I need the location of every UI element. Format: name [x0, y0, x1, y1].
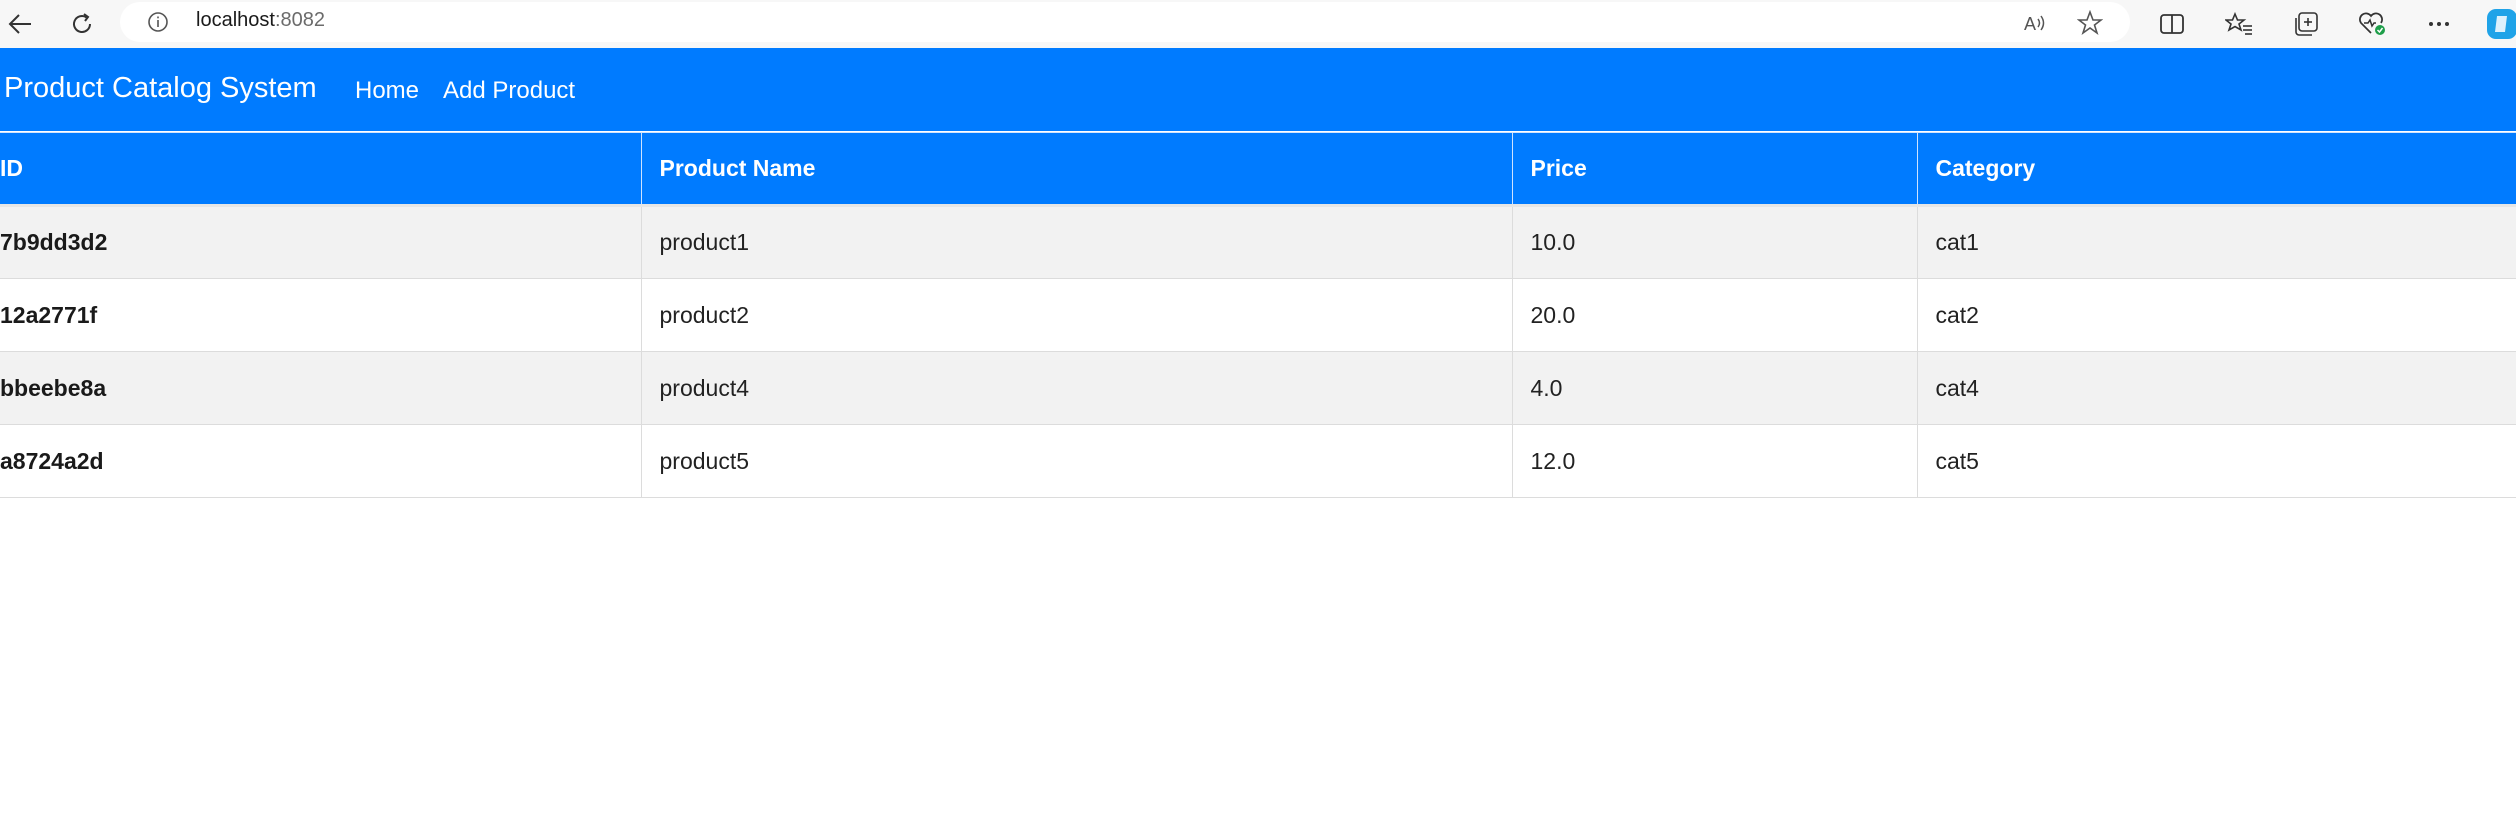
url-host: localhost — [196, 9, 275, 31]
cell-product-name: product1 — [641, 205, 1513, 279]
browser-essentials-icon[interactable] — [2352, 4, 2392, 44]
nav-link-add-product[interactable]: Add Product — [443, 77, 575, 105]
column-header-category: Category — [1917, 132, 2516, 207]
browser-toolbar: localhost:8082 A — [0, 0, 2516, 48]
svg-text:A: A — [2024, 14, 2036, 34]
cell-product-name: product5 — [641, 424, 1513, 498]
cell-id: 7b9dd3d2 — [0, 205, 642, 279]
table-row: bbeebe8a product4 4.0 cat4 — [0, 351, 2516, 425]
favorites-icon[interactable] — [2219, 4, 2259, 44]
cell-id: 12a2771f — [0, 278, 642, 352]
column-header-product-name: Product Name — [641, 132, 1513, 207]
back-arrow-icon[interactable] — [0, 4, 40, 44]
brand-title[interactable]: Product Catalog System — [4, 72, 317, 105]
nav-link-home[interactable]: Home — [355, 77, 419, 105]
url-port: :8082 — [274, 9, 325, 31]
cell-id: bbeebe8a — [0, 351, 642, 425]
cell-product-name: product4 — [641, 351, 1513, 425]
cell-category: cat1 — [1917, 205, 2516, 279]
favorite-star-icon[interactable] — [2075, 8, 2105, 38]
copilot-icon[interactable] — [2482, 4, 2516, 44]
cell-category: cat2 — [1917, 278, 2516, 352]
cell-price: 20.0 — [1512, 278, 1918, 352]
cell-price: 12.0 — [1512, 424, 1918, 498]
refresh-icon[interactable] — [62, 4, 102, 44]
more-options-icon[interactable] — [2419, 4, 2459, 44]
read-aloud-icon[interactable]: A — [2020, 8, 2050, 38]
table-header-row: ID Product Name Price Category — [0, 132, 2516, 207]
product-table: ID Product Name Price Category 7b9dd3d2 … — [0, 132, 2516, 498]
cell-price: 4.0 — [1512, 351, 1918, 425]
table-row: 12a2771f product2 20.0 cat2 — [0, 278, 2516, 352]
url-text[interactable]: localhost:8082 — [196, 9, 325, 32]
navbar: Product Catalog System Home Add Product — [0, 48, 2516, 131]
column-header-price: Price — [1512, 132, 1918, 207]
cell-id: a8724a2d — [0, 424, 642, 498]
column-header-id: ID — [0, 132, 642, 207]
split-screen-icon[interactable] — [2152, 4, 2192, 44]
cell-category: cat4 — [1917, 351, 2516, 425]
address-bar[interactable]: localhost:8082 A — [120, 2, 2130, 42]
collections-icon[interactable] — [2286, 4, 2326, 44]
table-row: a8724a2d product5 12.0 cat5 — [0, 424, 2516, 498]
cell-product-name: product2 — [641, 278, 1513, 352]
cell-price: 10.0 — [1512, 205, 1918, 279]
cell-category: cat5 — [1917, 424, 2516, 498]
site-info-icon[interactable] — [146, 10, 170, 34]
table-row: 7b9dd3d2 product1 10.0 cat1 — [0, 205, 2516, 279]
